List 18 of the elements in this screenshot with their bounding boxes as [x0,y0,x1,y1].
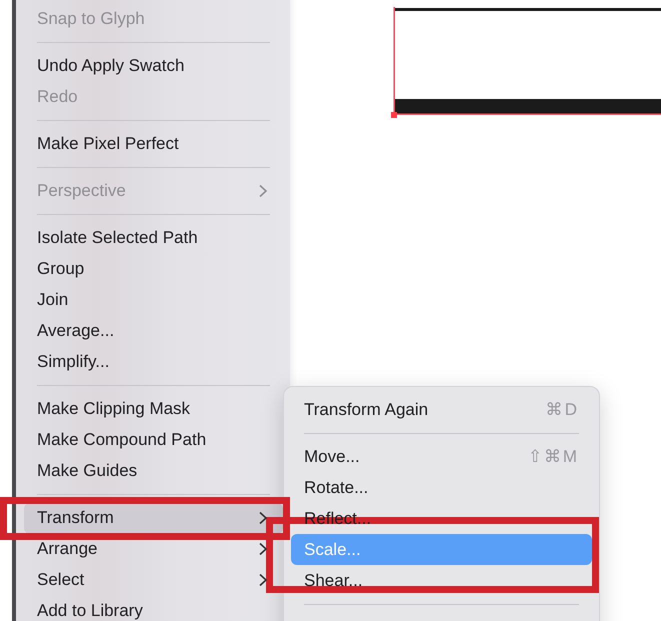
menu-item[interactable]: Make Pixel Perfect [16,128,283,160]
menu-item[interactable]: Rotate... [284,472,599,503]
menu-item[interactable]: Arrange [16,534,283,564]
menu-item[interactable]: Join [16,284,283,316]
menu-item[interactable]: Average... [16,316,283,346]
menu-item[interactable]: Make Clipping Mask [16,394,283,424]
menu-item[interactable]: Move... ⇧⌘M [284,441,599,472]
menu-item[interactable]: Undo Apply Swatch [16,50,283,82]
shortcut-label: ⌘D [546,399,579,420]
menu-item[interactable]: Make Compound Path [16,424,283,456]
menu-item[interactable]: Make Guides [16,456,283,486]
menu-item[interactable]: Isolate Selected Path [16,222,283,254]
menu-item[interactable]: Add to Library [16,596,283,621]
menu-item[interactable]: Transform Again ⌘D [284,394,599,425]
menu-item[interactable]: Simplify... [16,346,283,378]
menu-item[interactable]: Group [16,254,283,284]
menu-item[interactable]: Select [16,564,283,596]
shortcut-label: ⇧⌘M [528,446,579,467]
